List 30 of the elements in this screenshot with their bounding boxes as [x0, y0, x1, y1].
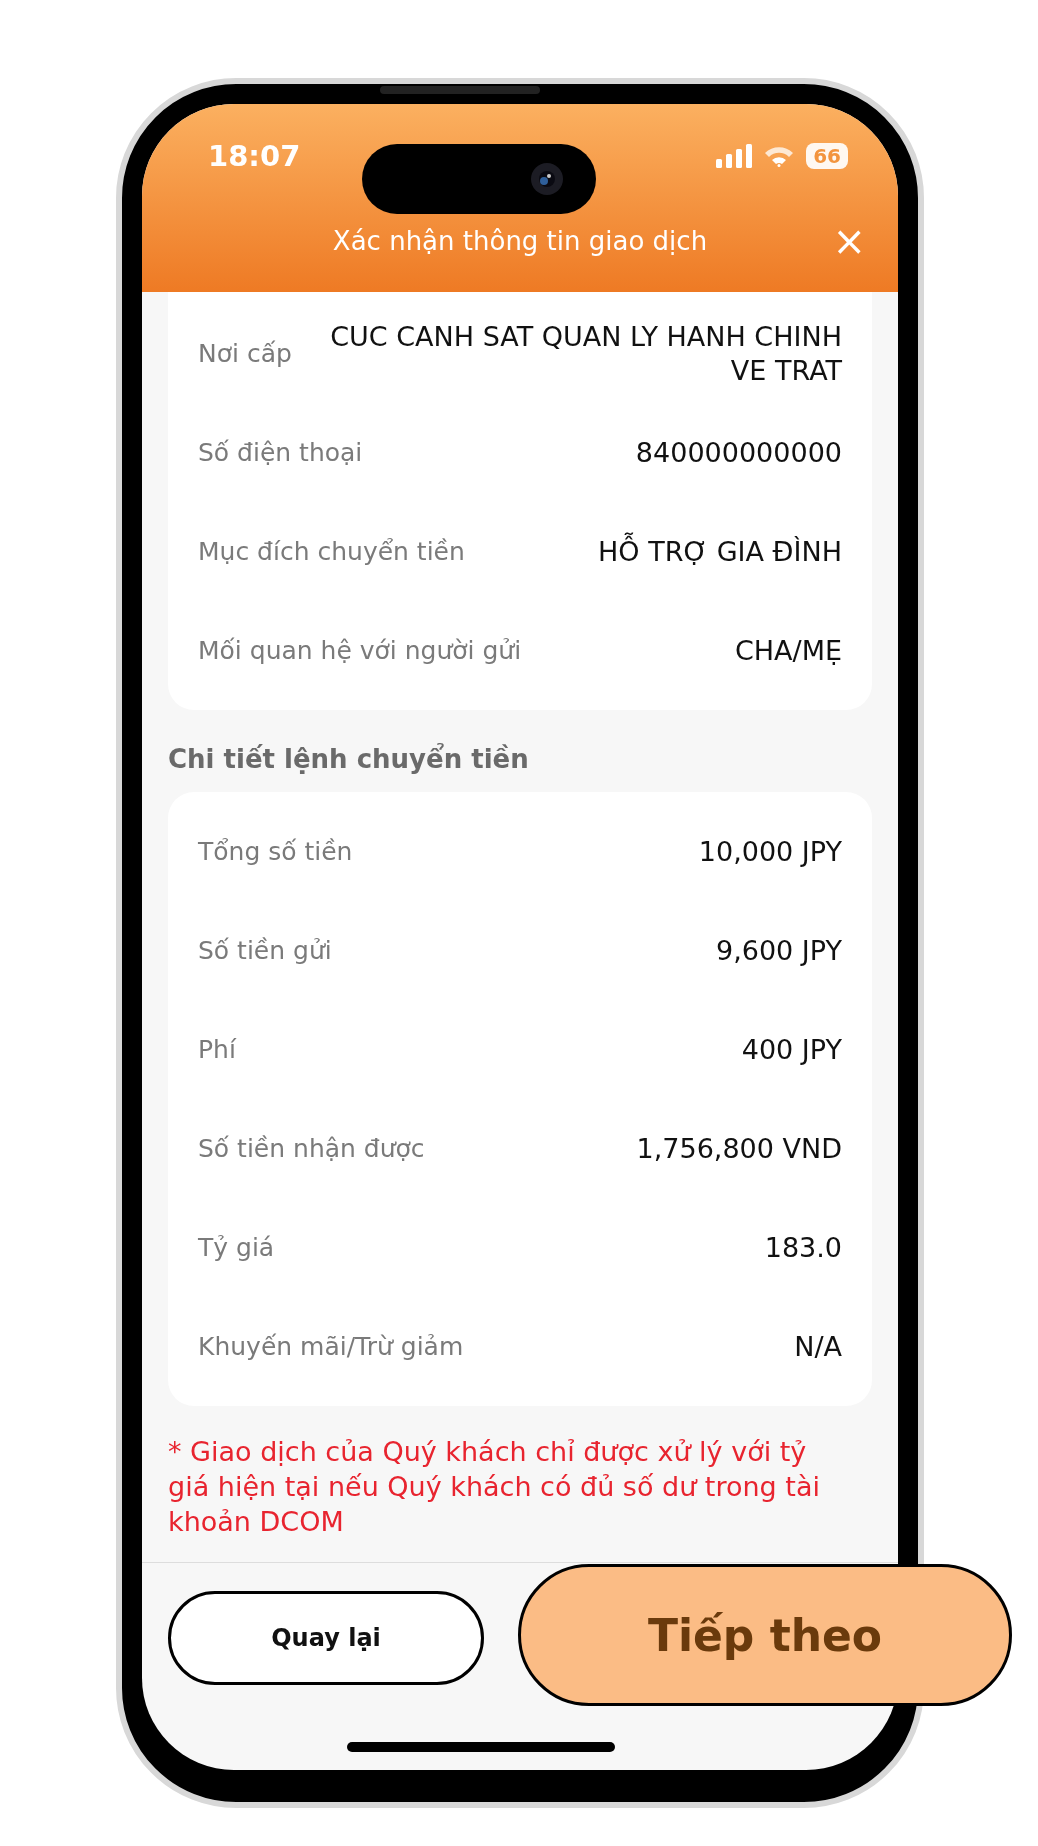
field-value: 840000000000 [635, 435, 842, 470]
field-label: Số tiền nhận được [198, 1134, 425, 1163]
screen-title: Xác nhận thông tin giao dịch [332, 226, 708, 256]
field-label: Phí [198, 1035, 236, 1064]
field-label: Nơi cấp [198, 339, 292, 368]
field-label: Số tiền gửi [198, 936, 332, 965]
next-button[interactable]: Tiếp theo [518, 1564, 1012, 1706]
camera-icon [530, 162, 564, 196]
field-value: CUC CANH SAT QUAN LY HANH CHINH VE TRAT [329, 319, 842, 388]
back-button[interactable]: Quay lại [168, 1591, 484, 1685]
field-label: Số điện thoại [198, 438, 363, 467]
field-value: 10,000 JPY [698, 834, 842, 869]
section-title: Chi tiết lệnh chuyển tiền [168, 744, 530, 774]
field-value: CHA/MẸ [734, 633, 842, 668]
battery-level: 66 [806, 143, 848, 169]
field-label: Mục đích chuyển tiền [198, 537, 465, 566]
notice-text: * Giao dịch của Quý khách chỉ được xử lý với tỷ giá hiện tại nếu Quý khách có đủ số dư trong tài khoản DCOM [168, 1435, 821, 1540]
field-value: 9,600 JPY [715, 933, 842, 968]
field-label: Tỷ giá [198, 1233, 275, 1262]
status-time: 18:07 [208, 139, 301, 173]
field-value: N/A [794, 1329, 842, 1364]
field-value: 183.0 [764, 1230, 842, 1265]
field-label: Tổng số tiền [198, 837, 353, 866]
field-value: 1,756,800 VND [636, 1131, 842, 1166]
field-label: Mối quan hệ với người gửi [198, 636, 522, 665]
wifi-icon [764, 145, 795, 167]
field-value: HỖ TRỢ GIA ĐÌNH [598, 534, 842, 569]
field-value: 400 JPY [741, 1032, 842, 1067]
signal-icon [716, 144, 753, 168]
field-label: Khuyến mãi/Trừ giảm [198, 1332, 464, 1361]
